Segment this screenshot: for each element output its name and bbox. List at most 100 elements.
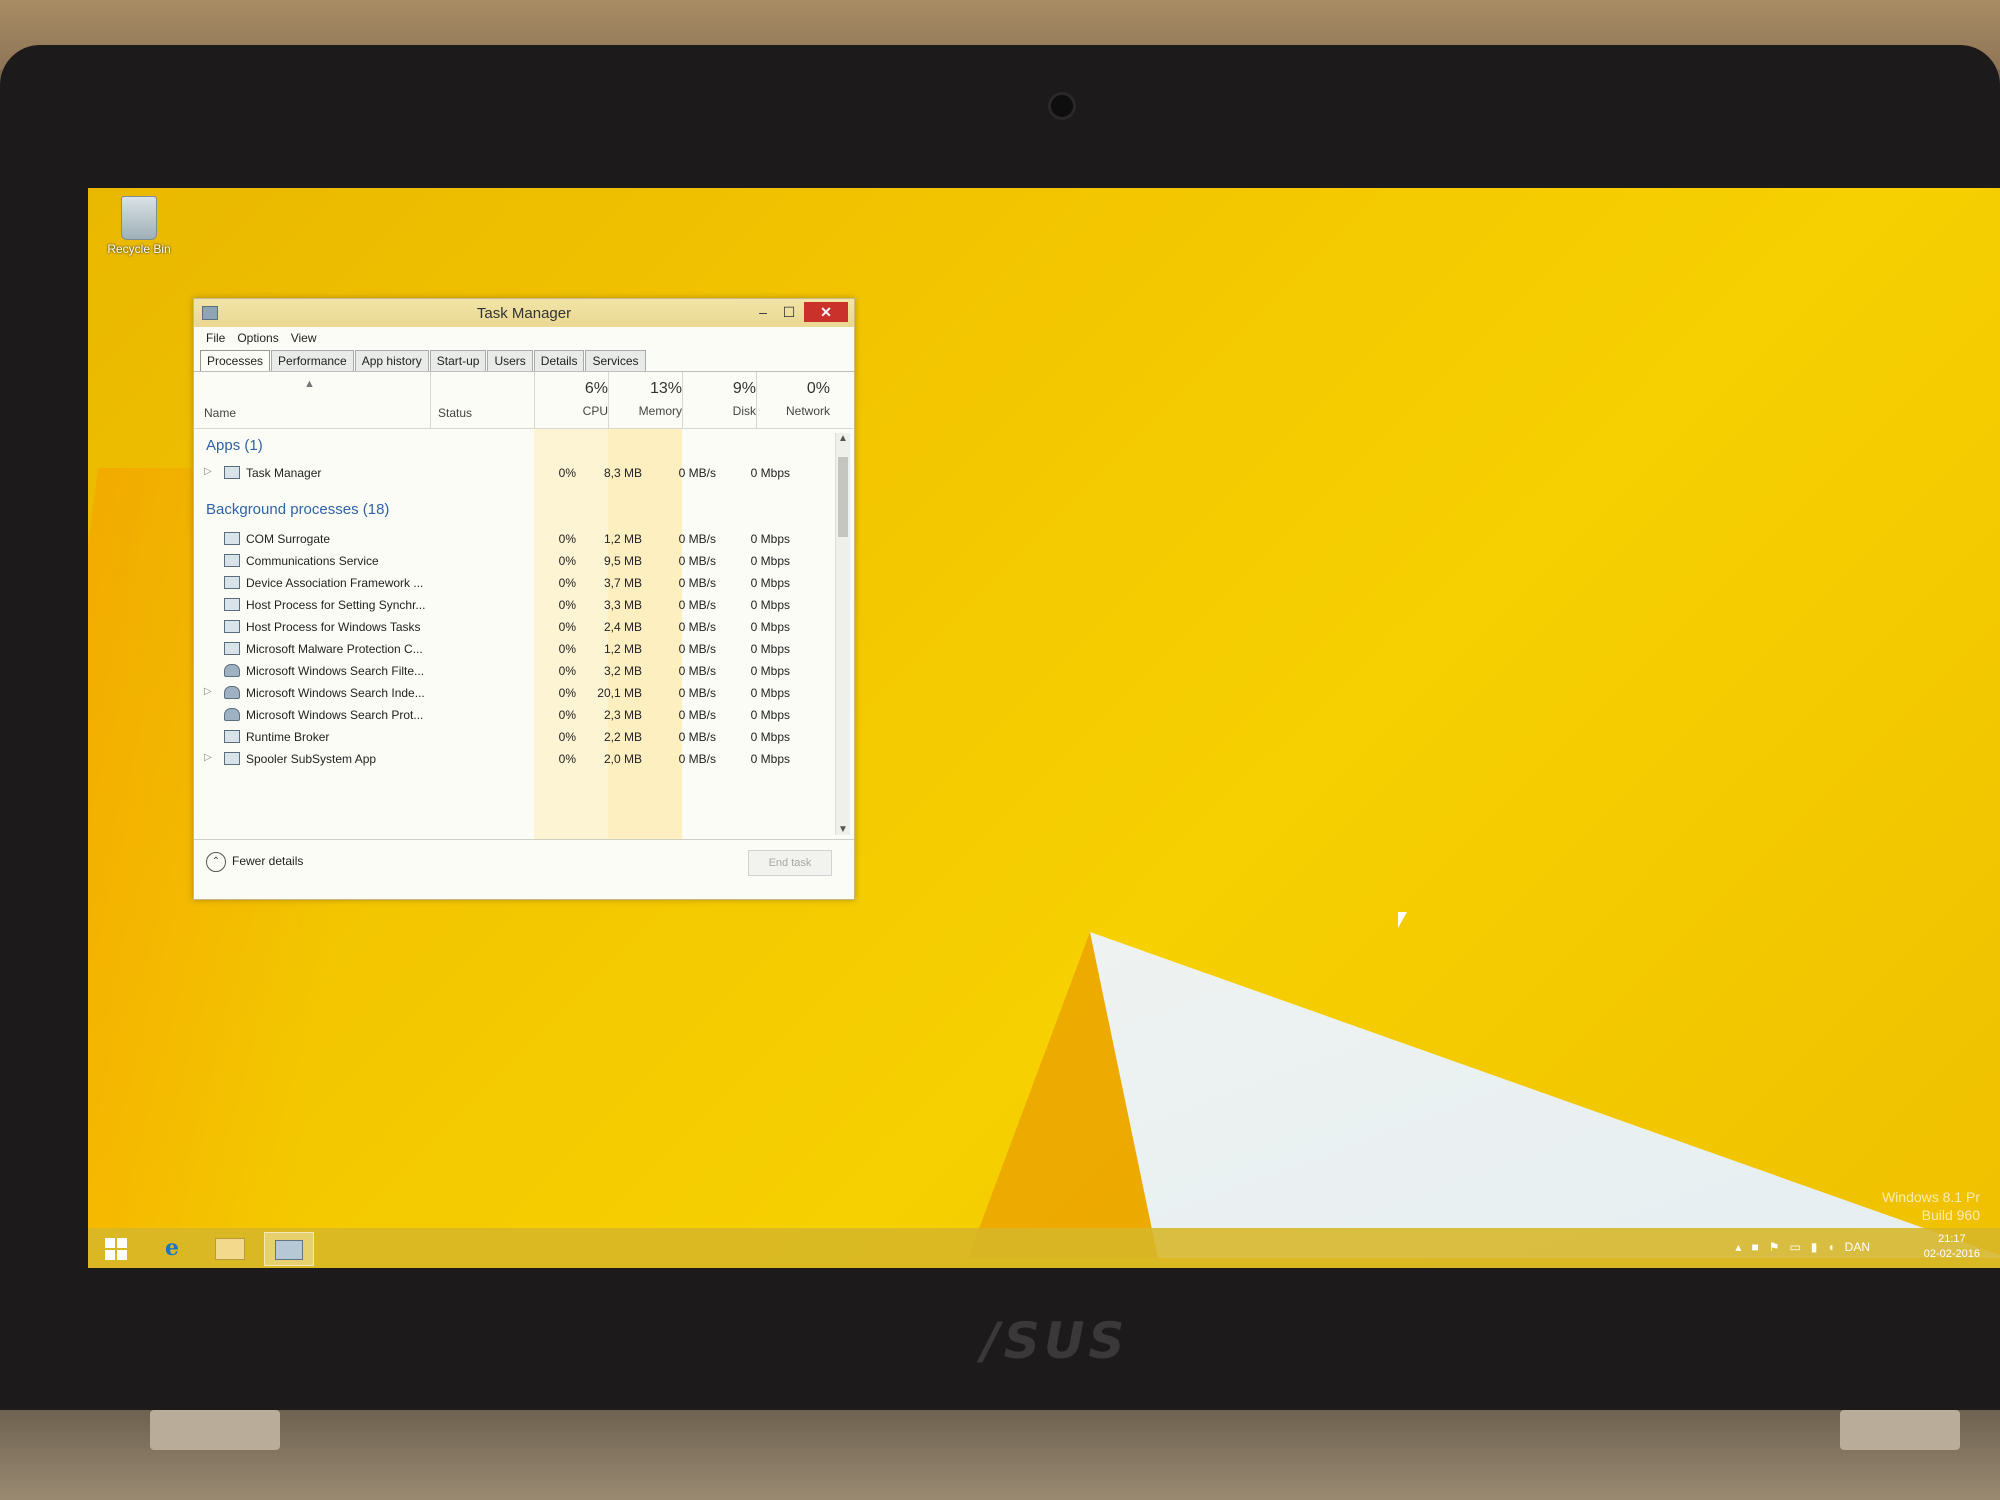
taskbar: e ▴ ■ ⚑ ▭ ▮ ◖ DAN 21:17 02-02-2016	[88, 1228, 2000, 1268]
task-manager-window: Task Manager – ☐ ✕ File Options View Pro…	[193, 298, 855, 900]
laptop-brand-logo: /SUS	[981, 1312, 1129, 1370]
menu-options[interactable]: Options	[233, 331, 282, 345]
process-memory: 9,5 MB	[603, 554, 642, 568]
disk-percent: 9%	[732, 380, 756, 397]
close-button[interactable]: ✕	[804, 302, 848, 322]
tab-services[interactable]: Services	[585, 350, 646, 371]
process-cpu: 0%	[558, 752, 576, 766]
process-icon	[224, 554, 240, 567]
process-memory: 1,2 MB	[603, 532, 642, 546]
process-network: 0 Mbps	[750, 466, 790, 480]
process-icon	[224, 686, 240, 699]
process-memory: 3,3 MB	[603, 598, 642, 612]
process-cpu: 0%	[558, 730, 576, 744]
process-network: 0 Mbps	[750, 708, 790, 722]
process-network: 0 Mbps	[750, 642, 790, 656]
process-cpu: 0%	[558, 576, 576, 590]
flag-icon[interactable]: ⚑	[1769, 1240, 1780, 1254]
process-disk: 0 MB/s	[678, 642, 716, 656]
column-header: ▲ Name Status 6% CPU 13% Memory 9% Disk …	[194, 372, 854, 429]
fewer-details-link[interactable]: Fewer details	[232, 854, 303, 868]
end-task-button[interactable]: End task	[748, 850, 832, 876]
webcam	[1048, 92, 1076, 120]
menu-view[interactable]: View	[287, 331, 321, 345]
process-name: Microsoft Windows Search Prot...	[246, 708, 424, 722]
process-network: 0 Mbps	[750, 554, 790, 568]
laptop-base	[0, 1410, 2000, 1500]
battery-icon[interactable]: ▭	[1789, 1240, 1800, 1254]
system-tray: ▴ ■ ⚑ ▭ ▮ ◖ DAN	[1735, 1240, 1870, 1254]
process-name: Microsoft Windows Search Filte...	[246, 664, 425, 678]
column-disk[interactable]: 9% Disk	[686, 380, 756, 418]
disk-label: Disk	[732, 404, 756, 418]
scroll-thumb[interactable]	[838, 457, 848, 537]
process-row[interactable]: ▷ Task Manager 0% 8,3 MB 0 MB/s 0 Mbps	[194, 459, 834, 487]
watermark-line-2: Build 960	[1921, 1207, 1980, 1223]
column-name[interactable]: Name	[204, 406, 236, 420]
process-network: 0 Mbps	[750, 620, 790, 634]
scroll-up-icon[interactable]: ▲	[838, 433, 848, 444]
process-memory: 20,1 MB	[597, 686, 642, 700]
memory-label: Memory	[638, 404, 682, 418]
process-memory: 3,7 MB	[603, 576, 642, 590]
process-name: Microsoft Malware Protection C...	[246, 642, 423, 656]
list-scrollbar[interactable]: ▲ ▼	[835, 433, 850, 835]
process-network: 0 Mbps	[750, 598, 790, 612]
scroll-down-icon[interactable]: ▼	[838, 824, 848, 835]
cpu-percent: 6%	[584, 380, 608, 397]
tray-overflow-icon[interactable]: ▴	[1735, 1240, 1741, 1254]
memory-percent: 13%	[649, 380, 682, 397]
process-icon	[224, 664, 240, 677]
language-indicator[interactable]: DAN	[1845, 1240, 1870, 1254]
process-icon	[224, 730, 240, 743]
maximize-button[interactable]: ☐	[776, 302, 802, 322]
expand-arrow-icon[interactable]: ▷	[204, 686, 212, 697]
tab-processes[interactable]: Processes	[200, 350, 271, 371]
process-network: 0 Mbps	[750, 686, 790, 700]
expand-arrow-icon[interactable]: ▷	[204, 466, 212, 477]
expand-arrow-icon[interactable]: ▷	[204, 752, 212, 763]
process-row[interactable]: ▷ Spooler SubSystem App 0% 2,0 MB 0 MB/s 0 Mb…	[194, 745, 834, 773]
tab-users[interactable]: Users	[487, 350, 533, 371]
network-signal-icon[interactable]: ▮	[1811, 1240, 1818, 1254]
process-disk: 0 MB/s	[678, 730, 716, 744]
volume-icon[interactable]: ◖	[1827, 1240, 1834, 1254]
clock[interactable]: 21:17 02-02-2016	[1924, 1232, 1980, 1262]
column-cpu[interactable]: 6% CPU	[538, 380, 608, 418]
column-memory[interactable]: 13% Memory	[612, 380, 682, 418]
process-name: Runtime Broker	[246, 730, 330, 744]
process-network: 0 Mbps	[750, 532, 790, 546]
internet-explorer-icon[interactable]: e	[148, 1232, 196, 1264]
tab-start-up[interactable]: Start-up	[429, 350, 487, 371]
column-network[interactable]: 0% Network	[760, 380, 830, 418]
hinge-left	[150, 1410, 280, 1450]
process-cpu: 0%	[558, 598, 576, 612]
menu-file[interactable]: File	[202, 331, 229, 345]
process-memory: 3,2 MB	[603, 664, 642, 678]
process-disk: 0 MB/s	[678, 708, 716, 722]
column-status[interactable]: Status	[438, 406, 472, 420]
chevron-up-icon[interactable]: ⌃	[206, 852, 226, 872]
recycle-bin-shortcut[interactable]: Recycle Bin	[94, 196, 184, 256]
file-explorer-icon[interactable]	[206, 1232, 254, 1264]
process-cpu: 0%	[558, 466, 576, 480]
minimize-button[interactable]: –	[750, 302, 776, 322]
task-manager-taskbar-icon[interactable]	[264, 1232, 314, 1266]
process-memory: 2,4 MB	[603, 620, 642, 634]
process-memory: 1,2 MB	[603, 642, 642, 656]
process-icon	[224, 532, 240, 545]
process-list: Apps (1) Background processes (18) ▲ ▼ ▷…	[194, 429, 854, 839]
tab-performance[interactable]: Performance	[271, 350, 354, 371]
process-cpu: 0%	[558, 686, 576, 700]
tab-app-history[interactable]: App history	[354, 350, 429, 371]
process-icon	[224, 598, 240, 611]
process-name: Task Manager	[246, 466, 322, 480]
action-center-icon[interactable]: ■	[1751, 1240, 1758, 1254]
windows-watermark: Windows 8.1 Pr Build 960	[1882, 1188, 1980, 1224]
process-network: 0 Mbps	[750, 576, 790, 590]
start-button[interactable]	[92, 1232, 140, 1264]
desktop-screen: Recycle Bin Task Manager – ☐ ✕ File Opti…	[88, 188, 2000, 1268]
title-bar[interactable]: Task Manager – ☐ ✕	[194, 299, 854, 327]
process-icon	[224, 752, 240, 765]
tab-details[interactable]: Details	[533, 350, 585, 371]
